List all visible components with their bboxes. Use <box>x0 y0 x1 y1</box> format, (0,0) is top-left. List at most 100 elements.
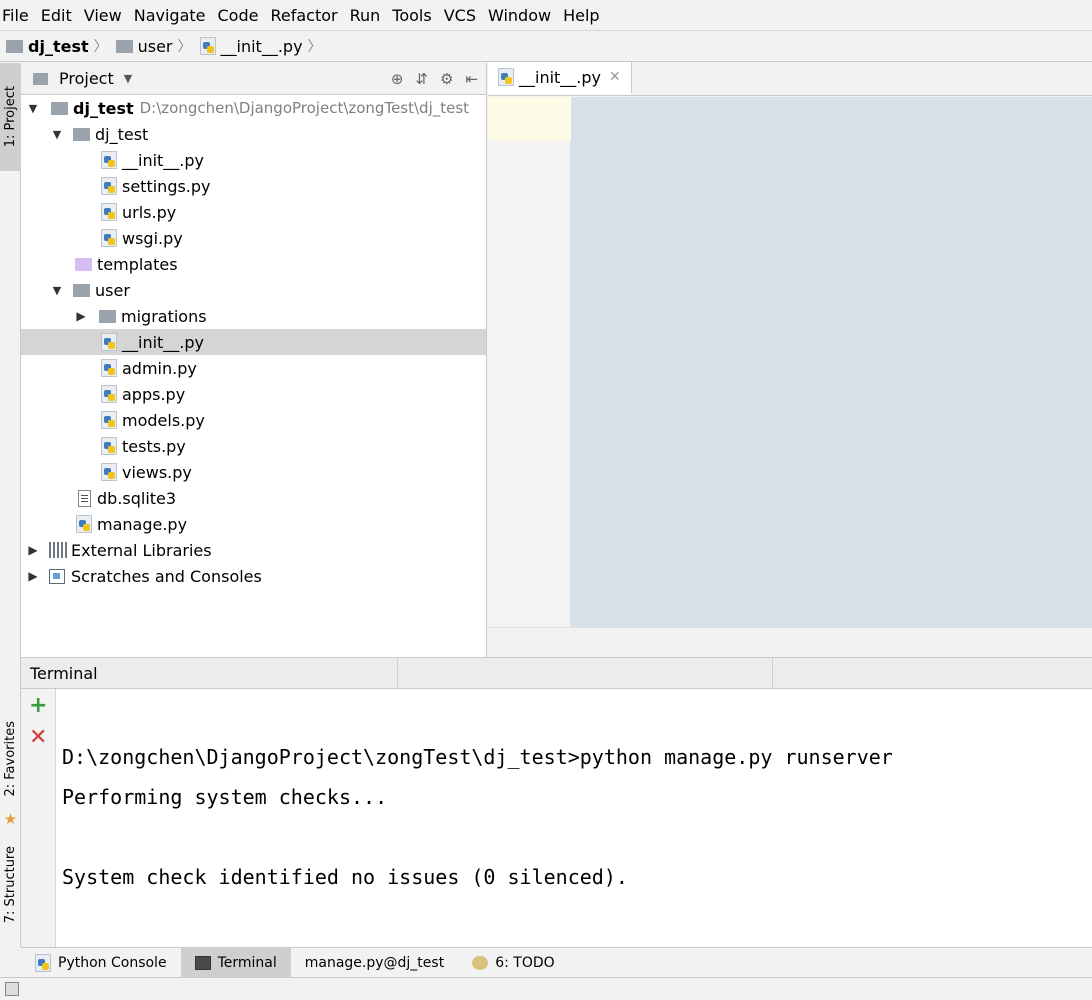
menu-run[interactable]: Run <box>348 6 387 25</box>
tree-item-label: External Libraries <box>71 540 212 560</box>
tool-tab-favorites[interactable]: 2: Favorites <box>0 709 21 809</box>
breadcrumb-project-label: dj_test <box>28 36 89 56</box>
tree-item-dj-test[interactable]: ▼ dj_test <box>21 121 486 147</box>
tree-item-scratches[interactable]: ▶ Scratches and Consoles <box>21 563 486 589</box>
project-view-icon <box>33 72 48 85</box>
tree-item-file-selected[interactable]: __init__.py <box>21 329 486 355</box>
tree-item-label: dj_test <box>73 98 134 118</box>
tool-tab-python-console[interactable]: Python Console <box>21 948 181 978</box>
close-icon[interactable]: ✕ <box>609 69 621 85</box>
menu-help[interactable]: Help <box>561 6 605 25</box>
python-file-icon <box>101 333 117 351</box>
chevron-down-icon[interactable]: ▼ <box>49 128 65 141</box>
tool-tab-run[interactable]: manage.py@dj_test <box>291 948 458 978</box>
library-icon <box>49 542 67 558</box>
current-line-highlight <box>488 97 580 141</box>
python-file-icon <box>101 203 117 221</box>
terminal-output[interactable]: D:\zongchen\DjangoProject\zongTest\dj_te… <box>62 737 893 897</box>
tree-item-label: __init__.py <box>122 332 205 352</box>
folder-icon <box>6 39 23 53</box>
python-file-icon <box>101 463 117 481</box>
tool-tab-project[interactable]: 1: Project <box>0 63 21 171</box>
close-icon[interactable]: ✕ <box>29 727 47 749</box>
add-icon[interactable]: + <box>29 695 47 717</box>
python-file-icon <box>76 515 92 533</box>
tree-item-file[interactable]: tests.py <box>21 433 486 459</box>
tree-item-file[interactable]: wsgi.py <box>21 225 486 251</box>
toggle-tool-windows-icon[interactable] <box>5 982 19 996</box>
chevron-right-icon[interactable]: ▶ <box>25 569 41 583</box>
tree-item-db[interactable]: db.sqlite3 <box>21 485 486 511</box>
menu-refactor[interactable]: Refactor <box>268 6 343 25</box>
chevron-right-icon: 〉 <box>307 39 322 55</box>
tree-item-migrations[interactable]: ▶ migrations <box>21 303 486 329</box>
tree-item-label: models.py <box>122 410 205 430</box>
bottom-tool-bar: Python Console Terminal manage.py@dj_tes… <box>21 947 1092 978</box>
project-panel-title[interactable]: Project <box>59 69 114 88</box>
editor-tab-active[interactable]: __init__.py ✕ <box>488 62 632 95</box>
python-file-icon <box>101 229 117 247</box>
python-file-icon <box>199 37 216 55</box>
menu-tools[interactable]: Tools <box>390 6 437 25</box>
tree-item-file[interactable]: settings.py <box>21 173 486 199</box>
chevron-right-icon[interactable]: ▶ <box>25 543 41 557</box>
chevron-down-icon[interactable]: ▼ <box>49 284 65 297</box>
hide-panel-icon[interactable]: ⇤ <box>465 70 478 88</box>
terminal-body: + ✕ D:\zongchen\DjangoProject\zongTest\d… <box>21 689 1092 947</box>
tree-item-user[interactable]: ▼ user <box>21 277 486 303</box>
menu-bar: File Edit View Navigate Code Refactor Ru… <box>0 0 1092 30</box>
tree-item-label: tests.py <box>122 436 186 456</box>
python-file-icon <box>101 359 117 377</box>
menu-navigate[interactable]: Navigate <box>132 6 212 25</box>
tool-tab-project-label: 1: Project <box>3 86 18 148</box>
tree-item-path: D:\zongchen\DjangoProject\zongTest\dj_te… <box>139 99 470 117</box>
code-area[interactable] <box>571 97 1092 627</box>
tree-item-label: templates <box>97 254 178 274</box>
chevron-down-icon[interactable]: ▼ <box>124 72 132 85</box>
tree-item-file[interactable]: views.py <box>21 459 486 485</box>
tree-item-file[interactable]: apps.py <box>21 381 486 407</box>
tool-tab-todo[interactable]: 6: TODO <box>458 948 568 978</box>
tool-tab-terminal[interactable]: Terminal <box>180 947 291 978</box>
menu-view[interactable]: View <box>82 6 128 25</box>
tree-item-file[interactable]: models.py <box>21 407 486 433</box>
tree-item-external-libraries[interactable]: ▶ External Libraries <box>21 537 486 563</box>
tree-item-file[interactable]: manage.py <box>21 511 486 537</box>
chevron-down-icon[interactable]: ▼ <box>25 102 41 115</box>
tree-item-file[interactable]: urls.py <box>21 199 486 225</box>
breadcrumb-project[interactable]: dj_test 〉 <box>6 36 116 56</box>
menu-edit[interactable]: Edit <box>39 6 78 25</box>
menu-code[interactable]: Code <box>216 6 265 25</box>
locate-icon[interactable]: ⊕ <box>391 70 404 88</box>
database-file-icon <box>78 489 91 507</box>
collapse-all-icon[interactable]: ⇵ <box>415 70 428 88</box>
tree-item-label: apps.py <box>122 384 186 404</box>
left-tool-stripe: 1: Project 2: Favorites ★ 7: Structure <box>0 63 21 947</box>
package-folder-icon <box>73 283 90 297</box>
tree-item-file[interactable]: admin.py <box>21 355 486 381</box>
todo-icon <box>472 955 489 970</box>
menu-window[interactable]: Window <box>486 6 557 25</box>
menu-vcs[interactable]: VCS <box>442 6 482 25</box>
tool-tab-label: Python Console <box>58 954 167 971</box>
python-file-icon <box>101 177 117 195</box>
tree-item-root[interactable]: ▼ dj_test D:\zongchen\DjangoProject\zong… <box>21 95 486 121</box>
gear-icon[interactable]: ⚙ <box>440 70 453 88</box>
terminal-icon <box>194 955 211 970</box>
menu-file[interactable]: File <box>0 6 35 25</box>
tree-item-templates[interactable]: templates <box>21 251 486 277</box>
tree-item-file[interactable]: __init__.py <box>21 147 486 173</box>
chevron-right-icon[interactable]: ▶ <box>73 309 89 323</box>
tree-item-label: views.py <box>122 462 192 482</box>
breadcrumb-folder[interactable]: user 〉 <box>115 36 200 56</box>
terminal-line: System check identified no issues (0 sil… <box>62 865 628 889</box>
editor-gutter <box>488 97 580 627</box>
tree-item-label: manage.py <box>97 514 188 534</box>
python-file-icon <box>101 437 117 455</box>
tool-tab-label: Terminal <box>217 954 277 971</box>
tool-tab-structure[interactable]: 7: Structure <box>0 833 21 937</box>
tree-item-label: user <box>95 280 130 300</box>
breadcrumb-file[interactable]: __init__.py 〉 <box>199 36 330 56</box>
python-file-icon <box>101 411 117 429</box>
chevron-right-icon: 〉 <box>177 39 192 55</box>
